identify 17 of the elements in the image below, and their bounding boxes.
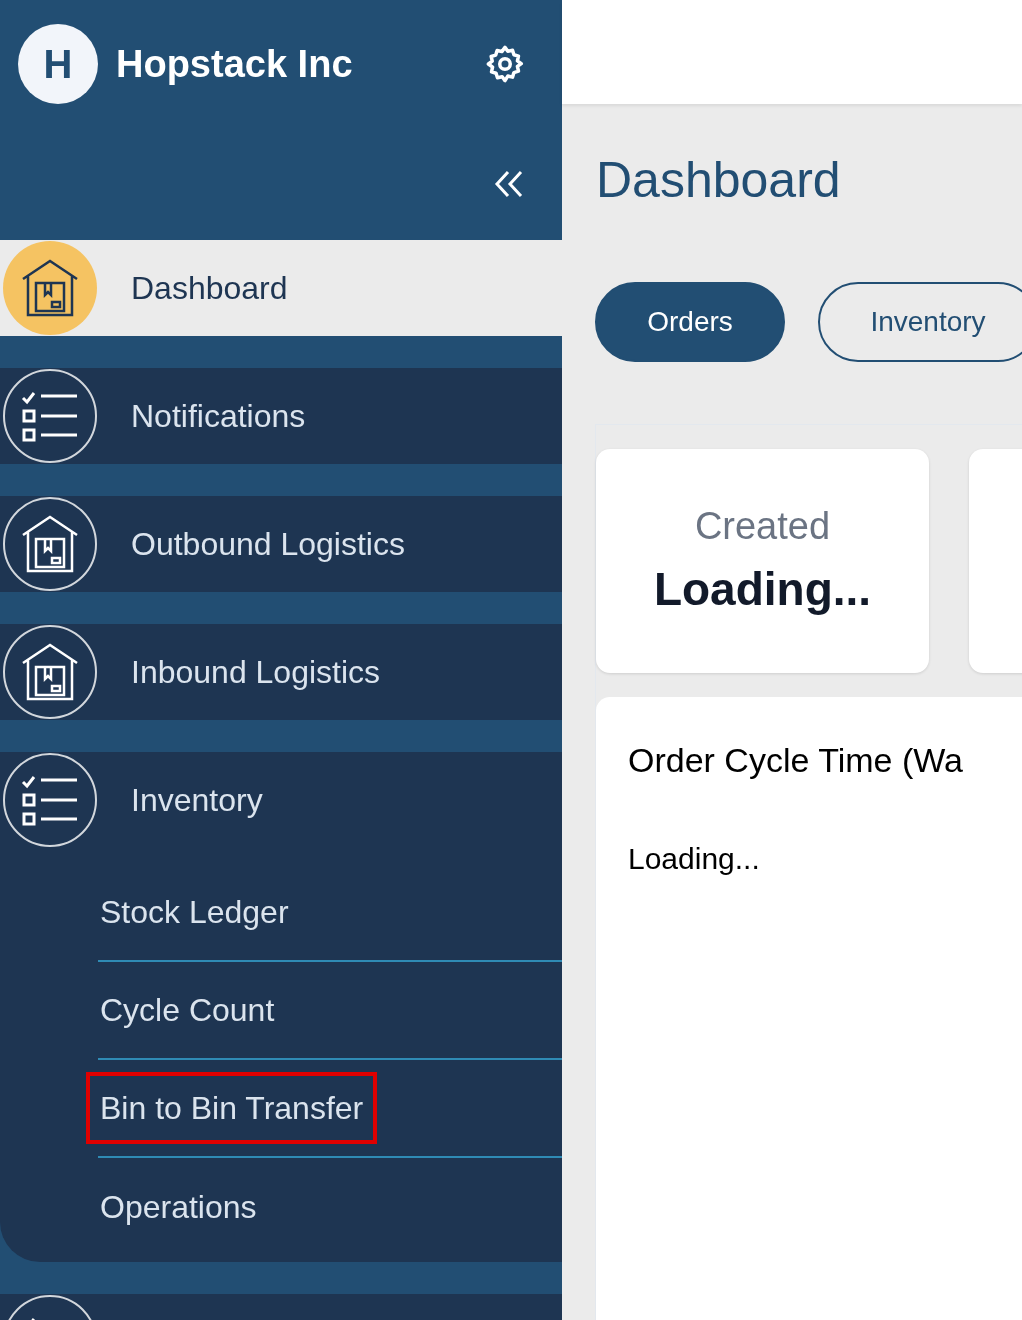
stat-value: Loading... [653,562,872,617]
submenu-item[interactable]: Stock Ledger [86,876,303,948]
page-title: Dashboard [596,151,842,210]
submenu-item[interactable]: Cycle Count [86,974,289,1046]
tab[interactable]: Inventory [818,282,1022,362]
chart-title: Order Cycle Time (Wa [628,740,964,781]
logo: H [18,24,98,104]
nav-item[interactable]: Inbound Logistics [0,624,562,720]
submenu-item[interactable]: Bin to Bin Transfer [86,1072,378,1144]
nav-item[interactable]: Dashboard [0,240,562,336]
nav-item[interactable]: Outbound Logistics [0,496,562,592]
nav-item[interactable]: Notifications [0,368,562,464]
tab[interactable]: Orders [595,282,785,362]
stat-label: Created [694,504,831,549]
submenu-item[interactable]: Operations [86,1171,271,1243]
brand-name: Hopstack Inc [116,41,353,87]
loading-text: Loading... [628,841,761,877]
